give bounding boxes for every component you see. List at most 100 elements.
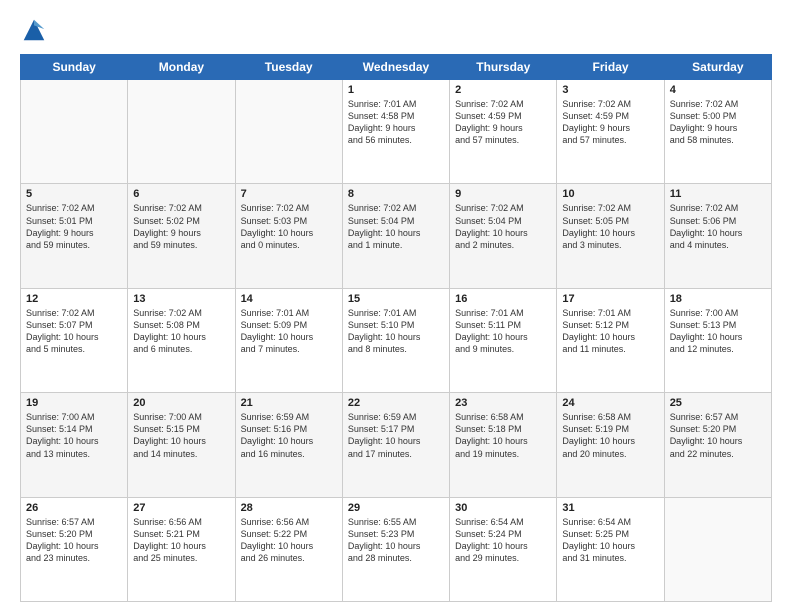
week-row-3: 12 Sunrise: 7:02 AM Sunset: 5:07 PM Dayli… <box>21 288 772 392</box>
cell-date: 18 <box>670 293 766 305</box>
calendar-cell: 13 Sunrise: 7:02 AM Sunset: 5:08 PM Dayli… <box>128 288 235 392</box>
cell-date: 5 <box>26 188 122 200</box>
cell-info: Sunrise: 7:02 AM Sunset: 5:04 PM Dayligh… <box>348 202 444 251</box>
calendar-cell: 22Sunrise: 6:59 AM Sunset: 5:17 PM Dayli… <box>342 393 449 497</box>
cell-info: Sunrise: 7:00 AM Sunset: 5:13 PM Dayligh… <box>670 307 766 356</box>
cell-info: Sunrise: 7:00 AM Sunset: 5:15 PM Dayligh… <box>133 411 229 460</box>
calendar-cell: 15 Sunrise: 7:01 AM Sunset: 5:10 PM Dayli… <box>342 288 449 392</box>
cell-date: 7 <box>241 188 337 200</box>
calendar-cell <box>21 80 128 184</box>
cell-date: 17 <box>562 293 658 305</box>
calendar-cell: 30 Sunrise: 6:54 AM Sunset: 5:24 PM Dayli… <box>450 497 557 601</box>
cell-date: 28 <box>241 502 337 514</box>
cell-info: Sunrise: 7:02 AM Sunset: 5:04 PM Dayligh… <box>455 202 551 251</box>
cell-info: Sunrise: 6:58 AM Sunset: 5:19 PM Dayligh… <box>562 411 658 460</box>
cell-info: Sunrise: 7:01 AM Sunset: 4:58 PM Dayligh… <box>348 98 444 147</box>
calendar-cell: 11 Sunrise: 7:02 AM Sunset: 5:06 PM Dayli… <box>664 184 771 288</box>
calendar-cell: 31 Sunrise: 6:54 AM Sunset: 5:25 PM Dayli… <box>557 497 664 601</box>
cell-info: Sunrise: 7:02 AM Sunset: 5:06 PM Dayligh… <box>670 202 766 251</box>
calendar-cell: 18 Sunrise: 7:00 AM Sunset: 5:13 PM Dayli… <box>664 288 771 392</box>
cell-info: Sunrise: 6:57 AM Sunset: 5:20 PM Dayligh… <box>26 516 122 565</box>
cell-info: Sunrise: 7:01 AM Sunset: 5:12 PM Dayligh… <box>562 307 658 356</box>
cell-date: 27 <box>133 502 229 514</box>
cell-info: Sunrise: 7:02 AM Sunset: 4:59 PM Dayligh… <box>562 98 658 147</box>
calendar-cell: 12 Sunrise: 7:02 AM Sunset: 5:07 PM Dayli… <box>21 288 128 392</box>
cell-info: Sunrise: 7:00 AM Sunset: 5:14 PM Dayligh… <box>26 411 122 460</box>
cell-info: Sunrise: 7:02 AM Sunset: 5:00 PM Dayligh… <box>670 98 766 147</box>
cell-date: 29 <box>348 502 444 514</box>
cell-info: Sunrise: 7:02 AM Sunset: 5:02 PM Dayligh… <box>133 202 229 251</box>
calendar-cell: 19 Sunrise: 7:00 AM Sunset: 5:14 PM Dayli… <box>21 393 128 497</box>
cell-info: Sunrise: 6:57 AM Sunset: 5:20 PM Dayligh… <box>670 411 766 460</box>
cell-date: 9 <box>455 188 551 200</box>
cell-date: 11 <box>670 188 766 200</box>
cell-date: 6 <box>133 188 229 200</box>
week-row-4: 19 Sunrise: 7:00 AM Sunset: 5:14 PM Dayli… <box>21 393 772 497</box>
cell-info: Sunrise: 7:02 AM Sunset: 5:05 PM Dayligh… <box>562 202 658 251</box>
cell-info: Sunrise: 7:01 AM Sunset: 5:10 PM Dayligh… <box>348 307 444 356</box>
week-row-1: 1 Sunrise: 7:01 AM Sunset: 4:58 PM Daylig… <box>21 80 772 184</box>
calendar-cell: 24 Sunrise: 6:58 AM Sunset: 5:19 PM Dayli… <box>557 393 664 497</box>
cell-date: 16 <box>455 293 551 305</box>
cell-info: Sunrise: 6:54 AM Sunset: 5:24 PM Dayligh… <box>455 516 551 565</box>
cell-date: 20 <box>133 397 229 409</box>
cell-info: Sunrise: 6:55 AM Sunset: 5:23 PM Dayligh… <box>348 516 444 565</box>
cell-date: 24 <box>562 397 658 409</box>
calendar-cell <box>235 80 342 184</box>
cell-date: 26 <box>26 502 122 514</box>
cell-date: 1 <box>348 84 444 96</box>
calendar-cell: 5 Sunrise: 7:02 AM Sunset: 5:01 PM Daylig… <box>21 184 128 288</box>
cell-date: 12 <box>26 293 122 305</box>
week-row-2: 5 Sunrise: 7:02 AM Sunset: 5:01 PM Daylig… <box>21 184 772 288</box>
logo-icon <box>20 16 48 44</box>
cell-date: 14 <box>241 293 337 305</box>
cell-date: 21 <box>241 397 337 409</box>
calendar-cell: 27 Sunrise: 6:56 AM Sunset: 5:21 PM Dayli… <box>128 497 235 601</box>
cell-date: 31 <box>562 502 658 514</box>
calendar-cell: 9 Sunrise: 7:02 AM Sunset: 5:04 PM Daylig… <box>450 184 557 288</box>
cell-info: Sunrise: 6:54 AM Sunset: 5:25 PM Dayligh… <box>562 516 658 565</box>
calendar-cell: 17 Sunrise: 7:01 AM Sunset: 5:12 PM Dayli… <box>557 288 664 392</box>
calendar-cell: 29 Sunrise: 6:55 AM Sunset: 5:23 PM Dayli… <box>342 497 449 601</box>
day-header-saturday: Saturday <box>664 55 771 80</box>
day-header-tuesday: Tuesday <box>235 55 342 80</box>
cell-info: Sunrise: 7:02 AM Sunset: 5:07 PM Dayligh… <box>26 307 122 356</box>
calendar-cell: 10Sunrise: 7:02 AM Sunset: 5:05 PM Dayli… <box>557 184 664 288</box>
calendar-cell: 20 Sunrise: 7:00 AM Sunset: 5:15 PM Dayli… <box>128 393 235 497</box>
cell-date: 19 <box>26 397 122 409</box>
calendar-cell <box>128 80 235 184</box>
header-row: SundayMondayTuesdayWednesdayThursdayFrid… <box>21 55 772 80</box>
cell-date: 3 <box>562 84 658 96</box>
calendar-cell: 23 Sunrise: 6:58 AM Sunset: 5:18 PM Dayli… <box>450 393 557 497</box>
cell-date: 22 <box>348 397 444 409</box>
day-header-sunday: Sunday <box>21 55 128 80</box>
calendar-cell: 25Sunrise: 6:57 AM Sunset: 5:20 PM Dayli… <box>664 393 771 497</box>
cell-info: Sunrise: 7:02 AM Sunset: 5:01 PM Dayligh… <box>26 202 122 251</box>
header <box>20 16 772 44</box>
cell-info: Sunrise: 6:59 AM Sunset: 5:16 PM Dayligh… <box>241 411 337 460</box>
cell-info: Sunrise: 7:02 AM Sunset: 4:59 PM Dayligh… <box>455 98 551 147</box>
cell-info: Sunrise: 7:01 AM Sunset: 5:11 PM Dayligh… <box>455 307 551 356</box>
page: SundayMondayTuesdayWednesdayThursdayFrid… <box>0 0 792 612</box>
cell-date: 8 <box>348 188 444 200</box>
calendar-cell <box>664 497 771 601</box>
calendar-cell: 6 Sunrise: 7:02 AM Sunset: 5:02 PM Daylig… <box>128 184 235 288</box>
day-header-friday: Friday <box>557 55 664 80</box>
calendar-cell: 3 Sunrise: 7:02 AM Sunset: 4:59 PM Daylig… <box>557 80 664 184</box>
cell-date: 15 <box>348 293 444 305</box>
day-header-monday: Monday <box>128 55 235 80</box>
calendar-cell: 7Sunrise: 7:02 AM Sunset: 5:03 PM Daylig… <box>235 184 342 288</box>
cell-info: Sunrise: 6:58 AM Sunset: 5:18 PM Dayligh… <box>455 411 551 460</box>
cell-info: Sunrise: 7:02 AM Sunset: 5:08 PM Dayligh… <box>133 307 229 356</box>
cell-date: 30 <box>455 502 551 514</box>
calendar-cell: 8 Sunrise: 7:02 AM Sunset: 5:04 PM Daylig… <box>342 184 449 288</box>
logo <box>20 16 52 44</box>
calendar-cell: 4 Sunrise: 7:02 AM Sunset: 5:00 PM Daylig… <box>664 80 771 184</box>
cell-date: 13 <box>133 293 229 305</box>
cell-info: Sunrise: 6:56 AM Sunset: 5:21 PM Dayligh… <box>133 516 229 565</box>
cell-date: 2 <box>455 84 551 96</box>
cell-date: 23 <box>455 397 551 409</box>
calendar-cell: 1 Sunrise: 7:01 AM Sunset: 4:58 PM Daylig… <box>342 80 449 184</box>
day-header-wednesday: Wednesday <box>342 55 449 80</box>
cell-date: 4 <box>670 84 766 96</box>
